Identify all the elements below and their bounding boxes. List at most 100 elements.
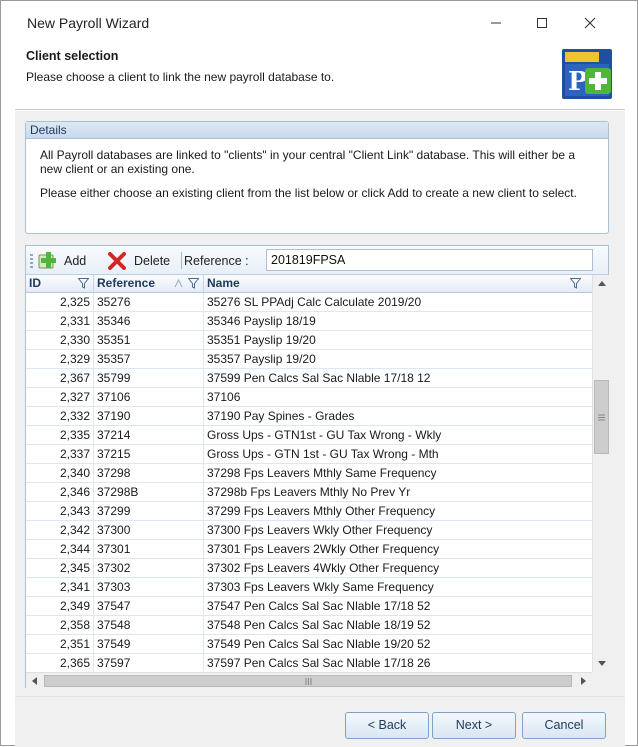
maximize-button[interactable] bbox=[519, 7, 565, 39]
close-icon bbox=[584, 17, 596, 29]
table-row[interactable]: 2,341 37303 37303 Fps Leavers Wkly Same Fr… bbox=[26, 578, 592, 597]
cell-name: 35346 Payslip 18/19 bbox=[207, 314, 316, 328]
reference-input[interactable] bbox=[266, 249, 593, 271]
table-row[interactable]: 2,346 37298B 37298b Fps Leavers Mthly No P… bbox=[26, 483, 592, 502]
cell-id: 2,330 bbox=[46, 331, 94, 349]
cell-name: 35276 SL PPAdj Calc Calculate 2019/20 bbox=[207, 295, 422, 309]
cell-reference: 37298B bbox=[94, 483, 204, 501]
table-row[interactable]: 2,331 35346 35346 Payslip 18/19 bbox=[26, 312, 592, 331]
toolbar-separator bbox=[181, 252, 182, 269]
filter-icon[interactable] bbox=[78, 278, 89, 289]
cell-name: 35357 Payslip 19/20 bbox=[207, 352, 316, 366]
horizontal-scrollbar[interactable] bbox=[26, 672, 592, 688]
payroll-wizard-window: New Payroll Wizard Client selection Plea… bbox=[0, 0, 638, 747]
row-selector bbox=[26, 559, 46, 577]
details-paragraph-1: All Payroll databases are linked to "cli… bbox=[40, 148, 576, 176]
details-heading: Details bbox=[26, 122, 608, 139]
table-row[interactable]: 2,327 37106 37106 bbox=[26, 388, 592, 407]
table-row[interactable]: 2,332 37190 37190 Pay Spines - Grades bbox=[26, 407, 592, 426]
scroll-down-button[interactable] bbox=[593, 655, 610, 672]
cell-reference: 37548 bbox=[94, 616, 204, 634]
cell-id: 2,332 bbox=[46, 407, 94, 425]
cell-id: 2,329 bbox=[46, 350, 94, 368]
back-button[interactable]: < Back bbox=[345, 712, 429, 739]
table-row[interactable]: 2,335 37214 Gross Ups - GTN1st - GU Tax Wr… bbox=[26, 426, 592, 445]
cell-id: 2,342 bbox=[46, 521, 94, 539]
cell-reference: 37303 bbox=[94, 578, 204, 596]
table-row[interactable]: 2,344 37301 37301 Fps Leavers 2Wkly Other … bbox=[26, 540, 592, 559]
payroll-add-icon: P bbox=[562, 49, 612, 99]
cell-reference: 37302 bbox=[94, 559, 204, 577]
filter-icon[interactable] bbox=[188, 278, 199, 289]
cell-name: 37597 Pen Calcs Sal Sac Nlable 17/18 26 bbox=[207, 656, 431, 670]
delete-button[interactable]: Delete bbox=[108, 252, 170, 270]
row-selector bbox=[26, 578, 46, 596]
toolbar-grip[interactable] bbox=[30, 254, 33, 268]
scroll-left-button[interactable] bbox=[26, 673, 43, 689]
cell-id: 2,337 bbox=[46, 445, 94, 463]
table-row[interactable]: 2,340 37298 37298 Fps Leavers Mthly Same F… bbox=[26, 464, 592, 483]
row-selector bbox=[26, 407, 46, 425]
horizontal-scroll-thumb[interactable] bbox=[44, 675, 572, 687]
column-header-reference[interactable]: Reference bbox=[94, 275, 204, 293]
grid-toolbar: Add Delete Reference : bbox=[26, 246, 608, 275]
table-row[interactable]: 2,337 37215 Gross Ups - GTN 1st - GU Tax W… bbox=[26, 445, 592, 464]
next-button[interactable]: Next > bbox=[432, 712, 516, 739]
column-header-name[interactable]: Name bbox=[204, 275, 592, 293]
footer-divider bbox=[15, 696, 625, 697]
vertical-scrollbar[interactable] bbox=[592, 275, 609, 672]
table-row[interactable]: 2,365 37597 37597 Pen Calcs Sal Sac Nlable… bbox=[26, 654, 592, 672]
cell-name: 37302 Fps Leavers 4Wkly Other Frequency bbox=[207, 561, 440, 575]
table-row[interactable]: 2,343 37299 37299 Fps Leavers Mthly Other … bbox=[26, 502, 592, 521]
cell-id: 2,346 bbox=[46, 483, 94, 501]
add-button[interactable]: Add bbox=[38, 252, 86, 270]
delete-icon bbox=[108, 252, 126, 270]
column-header-name-label: Name bbox=[207, 276, 240, 290]
minimize-button[interactable] bbox=[473, 7, 519, 39]
column-header-row: ID Reference Name bbox=[26, 275, 592, 293]
cell-name: 37298 Fps Leavers Mthly Same Frequency bbox=[207, 466, 437, 480]
cancel-button[interactable]: Cancel bbox=[522, 712, 606, 739]
cell-id: 2,344 bbox=[46, 540, 94, 558]
filter-icon[interactable] bbox=[570, 278, 581, 289]
arrow-right-icon bbox=[581, 677, 586, 685]
row-selector bbox=[26, 597, 46, 615]
table-row[interactable]: 2,325 35276 35276 SL PPAdj Calc Calculate … bbox=[26, 293, 592, 312]
cell-reference: 35799 bbox=[94, 369, 204, 387]
table-row[interactable]: 2,345 37302 37302 Fps Leavers 4Wkly Other … bbox=[26, 559, 592, 578]
row-selector bbox=[26, 464, 46, 482]
cell-id: 2,351 bbox=[46, 635, 94, 653]
vertical-scroll-thumb[interactable] bbox=[594, 380, 609, 454]
window-title: New Payroll Wizard bbox=[27, 15, 150, 31]
row-selector bbox=[26, 293, 46, 311]
table-row[interactable]: 2,329 35357 35357 Payslip 19/20 bbox=[26, 350, 592, 369]
row-selector bbox=[26, 445, 46, 463]
cell-reference: 37190 bbox=[94, 407, 204, 425]
table-row[interactable]: 2,342 37300 37300 Fps Leavers Wkly Other F… bbox=[26, 521, 592, 540]
table-row[interactable]: 2,330 35351 35351 Payslip 19/20 bbox=[26, 331, 592, 350]
cell-id: 2,327 bbox=[46, 388, 94, 406]
grip-icon bbox=[305, 677, 311, 685]
table-row[interactable]: 2,349 37547 37547 Pen Calcs Sal Sac Nlable… bbox=[26, 597, 592, 616]
cell-name: 37301 Fps Leavers 2Wkly Other Frequency bbox=[207, 542, 440, 556]
cell-name: 37190 Pay Spines - Grades bbox=[207, 409, 355, 423]
cell-reference: 37215 bbox=[94, 445, 204, 463]
table-row[interactable]: 2,367 35799 37599 Pen Calcs Sal Sac Nlable… bbox=[26, 369, 592, 388]
scroll-right-button[interactable] bbox=[575, 673, 592, 689]
column-header-id[interactable]: ID bbox=[26, 275, 94, 293]
scroll-up-button[interactable] bbox=[593, 275, 610, 292]
cell-name: Gross Ups - GTN1st - GU Tax Wrong - Wkly bbox=[207, 428, 442, 442]
column-header-reference-label: Reference bbox=[97, 276, 156, 290]
svg-text:P: P bbox=[568, 67, 588, 97]
header-divider bbox=[15, 109, 625, 110]
row-selector bbox=[26, 521, 46, 539]
cell-id: 2,341 bbox=[46, 578, 94, 596]
cell-reference: 35276 bbox=[94, 293, 204, 311]
cell-reference: 37549 bbox=[94, 635, 204, 653]
table-row[interactable]: 2,351 37549 37549 Pen Calcs Sal Sac Nlable… bbox=[26, 635, 592, 654]
arrow-down-icon bbox=[597, 661, 606, 666]
cell-reference: 37547 bbox=[94, 597, 204, 615]
table-row[interactable]: 2,358 37548 37548 Pen Calcs Sal Sac Nlable… bbox=[26, 616, 592, 635]
close-button[interactable] bbox=[567, 7, 613, 39]
maximize-icon bbox=[537, 18, 547, 28]
